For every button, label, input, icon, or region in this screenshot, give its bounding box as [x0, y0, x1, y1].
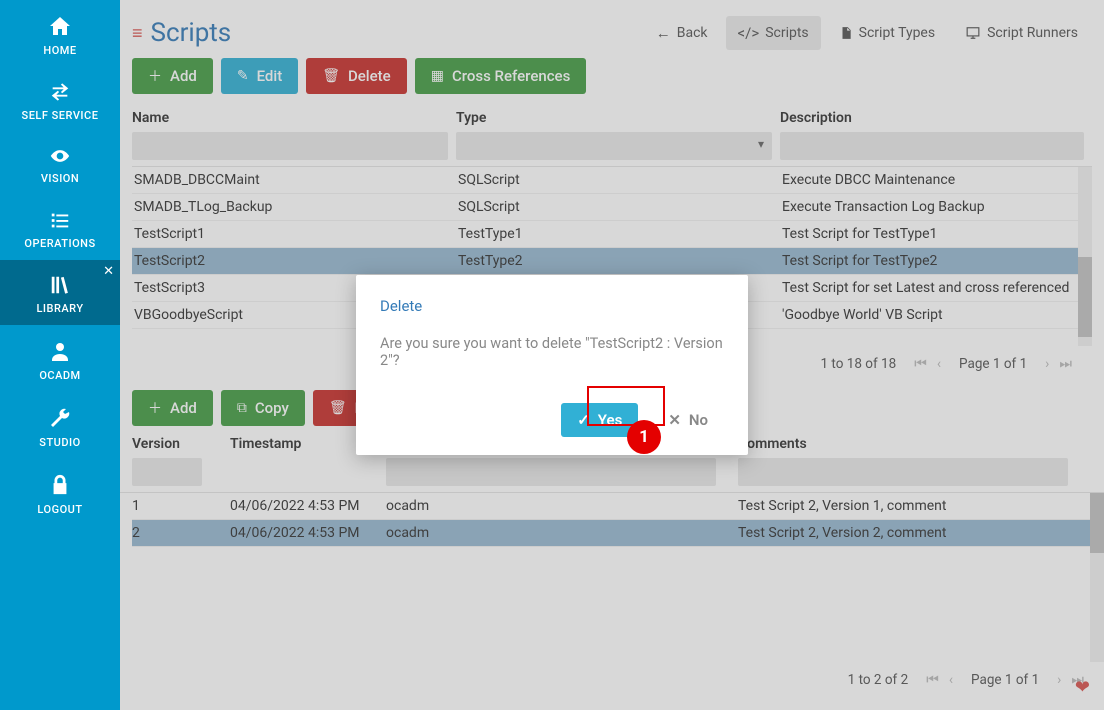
modal-yes-label: Yes: [598, 411, 623, 429]
check-icon: ✓: [577, 411, 590, 429]
swap-icon: [47, 81, 73, 103]
wrench-icon: [48, 406, 72, 430]
sidebar-item-logout[interactable]: LOGOUT: [0, 459, 120, 526]
sidebar-item-vision[interactable]: VISION: [0, 132, 120, 195]
list-check-icon: [47, 209, 73, 231]
sidebar-label: LIBRARY: [36, 302, 83, 315]
close-icon[interactable]: ✕: [103, 264, 114, 279]
callout-badge: 1: [627, 420, 661, 454]
user-icon: [48, 339, 72, 363]
modal-message: Are you sure you want to delete "TestScr…: [380, 335, 724, 369]
sidebar-item-home[interactable]: HOME: [0, 0, 120, 67]
sidebar-label: OCADM: [39, 369, 80, 382]
sidebar-label: HOME: [43, 44, 76, 57]
modal-no-button[interactable]: ✕ No: [652, 403, 724, 437]
sidebar-label: OPERATIONS: [24, 237, 95, 250]
sidebar-item-user[interactable]: OCADM: [0, 325, 120, 392]
sidebar-item-studio[interactable]: STUDIO: [0, 392, 120, 459]
sidebar-label: SELF SERVICE: [22, 109, 99, 122]
sidebar-label: STUDIO: [39, 436, 80, 449]
callout-number: 1: [639, 427, 649, 447]
eye-icon: [46, 146, 74, 166]
close-icon: ✕: [668, 411, 681, 429]
lock-icon: [49, 473, 71, 497]
sidebar: HOME SELF SERVICE VISION OPERATIONS ✕ LI…: [0, 0, 120, 710]
modal-title: Delete: [380, 297, 724, 315]
delete-confirm-modal: Delete Are you sure you want to delete "…: [356, 275, 748, 455]
sidebar-item-operations[interactable]: OPERATIONS: [0, 195, 120, 260]
sidebar-item-library[interactable]: ✕ LIBRARY: [0, 260, 120, 325]
home-icon: [46, 14, 74, 38]
books-icon: [46, 274, 74, 296]
modal-no-label: No: [689, 411, 708, 429]
sidebar-item-selfservice[interactable]: SELF SERVICE: [0, 67, 120, 132]
sidebar-label: LOGOUT: [37, 503, 82, 516]
sidebar-label: VISION: [41, 172, 79, 185]
modal-actions: ✓ Yes ✕ No: [380, 403, 724, 437]
